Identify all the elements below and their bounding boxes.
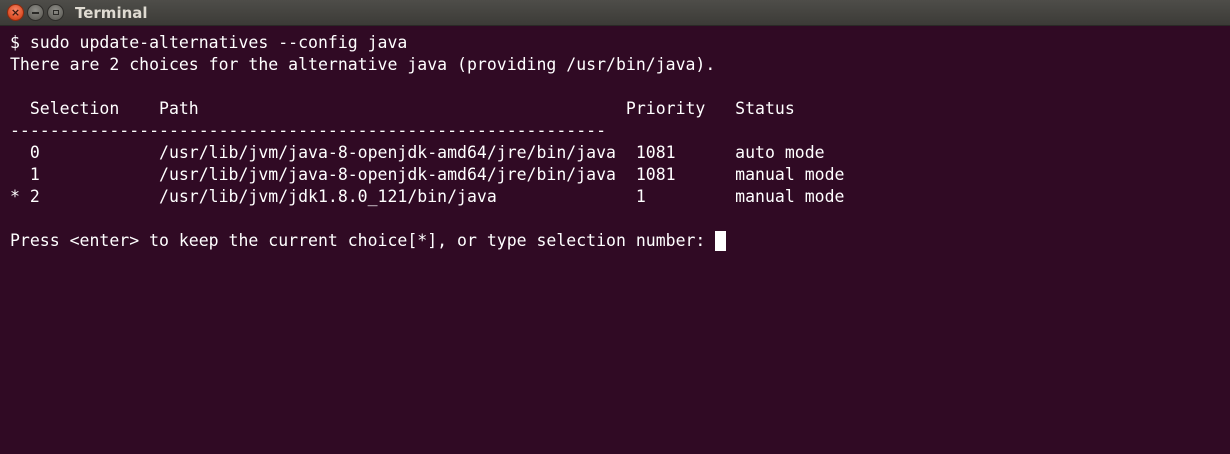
close-icon[interactable]: × xyxy=(7,4,24,21)
maximize-icon[interactable] xyxy=(47,4,64,21)
text-cursor[interactable] xyxy=(715,231,727,251)
table-row: 0 /usr/lib/jvm/java-8-openjdk-amd64/jre/… xyxy=(10,143,825,162)
table-separator: ----------------------------------------… xyxy=(10,121,607,140)
window-controls: × xyxy=(7,4,64,22)
title-bar[interactable]: × Terminal xyxy=(0,0,1230,26)
table-header: Selection Path Priority Status xyxy=(10,99,795,118)
terminal-prompt-line[interactable]: Press <enter> to keep the current choice… xyxy=(10,230,1230,252)
terminal-window: × Terminal $ sudo update-alternatives --… xyxy=(0,0,1230,454)
table-row-selected: * 2 /usr/lib/jvm/jdk1.8.0_121/bin/java 1… xyxy=(10,187,845,206)
terminal-line-info: There are 2 choices for the alternative … xyxy=(10,55,716,74)
window-title: Terminal xyxy=(75,4,148,22)
terminal-output[interactable]: $ sudo update-alternatives --config java… xyxy=(10,32,1230,454)
minimize-icon[interactable] xyxy=(27,4,44,21)
prompt-text: Press <enter> to keep the current choice… xyxy=(10,231,716,250)
table-row: 1 /usr/lib/jvm/java-8-openjdk-amd64/jre/… xyxy=(10,165,845,184)
terminal-line-command: $ sudo update-alternatives --config java xyxy=(10,33,408,52)
